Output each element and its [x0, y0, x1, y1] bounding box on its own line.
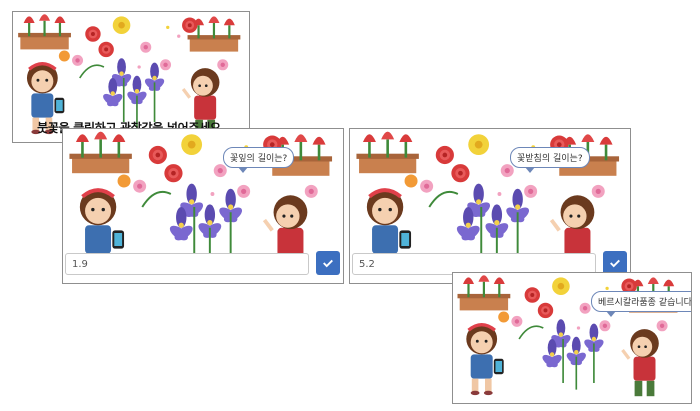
- panel-petal-length: 꽃잎의 길이는?: [62, 128, 344, 284]
- check-icon: [610, 259, 620, 268]
- speech-bubble: 꽃잎의 길이는?: [223, 147, 295, 173]
- speech-bubble: 베르시칼라품종 같습니다.: [591, 291, 691, 317]
- speech-bubble: 꽃받침의 길이는?: [510, 147, 590, 173]
- submit-button[interactable]: [316, 251, 340, 275]
- panel-result: 베르시칼라품종 같습니다.: [452, 272, 692, 404]
- check-icon: [323, 259, 333, 268]
- panel-sepal-length: 꽃받침의 길이는?: [349, 128, 631, 284]
- panel-intro: 붓꽃을 클릭하고 관찰값을 넣어주세요.: [12, 11, 250, 143]
- petal-length-input[interactable]: [65, 253, 309, 275]
